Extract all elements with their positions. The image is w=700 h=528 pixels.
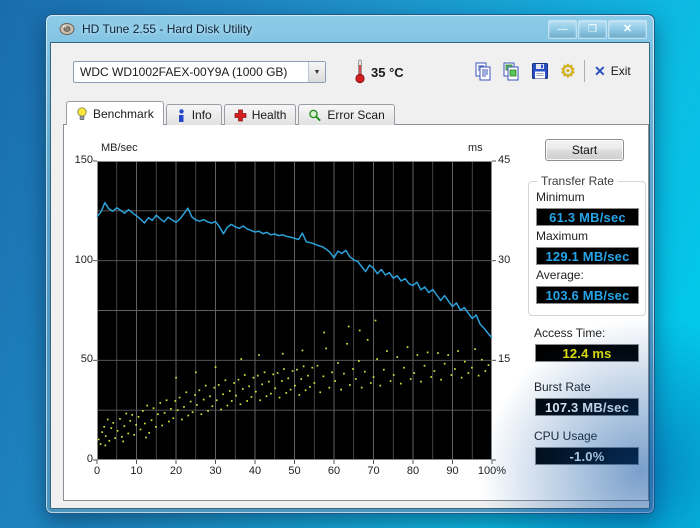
exit-button[interactable]: ✕ Exit [594,59,631,83]
y-left-tick-label: 0 [86,453,93,465]
left-axis-unit-label: MB/sec [101,142,138,154]
tab-error-scan-label: Error Scan [327,108,385,122]
x-tick-label: 60 [327,465,341,477]
x-tick-label: 90 [446,465,459,477]
x-tick-label: 50 [288,465,301,477]
exit-label: Exit [610,64,631,78]
start-button[interactable]: Start [545,139,624,161]
close-button[interactable]: ✕ [608,20,647,39]
tab-benchmark[interactable]: Benchmark [66,101,164,125]
y-right-tick-label: 45 [498,154,511,166]
x-tick-label: 0 [93,465,101,477]
gear-icon: ⚙ [559,61,577,81]
x-tick-label: 100% [477,465,507,477]
copy-text-icon [475,62,491,81]
tab-info-label: Info [191,108,212,122]
client-area: WDC WD1002FAEX-00Y9A (1000 GB) ▼ 35 °C ⚙… [50,42,650,509]
drive-select-value: WDC WD1002FAEX-00Y9A (1000 GB) [80,65,288,79]
tab-benchmark-label: Benchmark [93,106,154,121]
copy-image-button[interactable] [499,59,523,83]
access-time-value: 12.4 ms [535,344,639,362]
y-left-tick-label: 50 [80,353,93,366]
copy-image-icon [503,62,519,81]
maximum-label: Maximum [536,229,589,243]
x-tick-label: 40 [248,465,262,477]
x-tick-label: 20 [169,465,183,477]
benchmark-panel: MB/sec ms 150 100 50 0 45 30 15 0 10 20 30 40 50 60… [63,124,649,501]
app-window: HD Tune 2.55 - Hard Disk Utility — ❐ ✕ W… [45,14,655,514]
average-value: 103.6 MB/sec [536,286,639,304]
title-bar[interactable]: HD Tune 2.55 - Hard Disk Utility — ❐ ✕ [46,15,654,43]
burst-rate-value: 107.3 MB/sec [535,398,639,416]
cpu-usage-value: -1.0% [535,447,639,465]
copy-text-button[interactable] [471,59,495,83]
toolbar-separator [584,60,585,82]
y-left-tick-label: 100 [74,253,93,266]
x-tick-label: 10 [130,465,143,477]
tab-health-label: Health [251,108,287,122]
drive-select[interactable]: WDC WD1002FAEX-00Y9A (1000 GB) ▼ [73,61,326,83]
x-tick-label: 80 [406,465,420,477]
window-title: HD Tune 2.55 - Hard Disk Utility [82,22,253,36]
access-time-label: Access Time: [534,326,606,340]
chevron-down-icon[interactable]: ▼ [308,62,325,82]
tab-strip: Benchmark Info Health Error Scan [66,101,397,125]
magnifier-icon [309,109,322,121]
window-controls: — ❐ ✕ [548,19,647,39]
save-button[interactable] [528,59,552,83]
desktop-background: HD Tune 2.55 - Hard Disk Utility — ❐ ✕ W… [0,0,700,528]
y-left-tick-label: 150 [74,154,93,166]
right-axis-unit-label: ms [468,142,483,154]
bulb-icon [77,106,87,120]
minimum-label: Minimum [536,190,585,204]
x-tick-label: 70 [367,465,380,477]
minimize-button[interactable]: — [548,20,577,39]
health-cross-icon [234,109,247,121]
y-right-tick-label: 30 [498,253,511,266]
maximize-button[interactable]: ❐ [578,20,607,39]
y-right-tick-label: 15 [498,353,511,366]
exit-x-icon: ✕ [594,62,606,79]
transfer-rate-title: Transfer Rate [537,174,618,188]
cpu-usage-label: CPU Usage [534,429,598,443]
options-button[interactable]: ⚙ [556,59,580,83]
benchmark-plot-svg [93,160,496,464]
average-label: Average: [536,268,584,282]
info-icon [178,108,184,122]
x-tick-label: 30 [209,465,222,477]
thermometer-icon [355,59,365,84]
minimum-value: 61.3 MB/sec [536,208,639,226]
save-icon [532,63,548,79]
transfer-rate-groupbox: Transfer Rate Minimum 61.3 MB/sec Maximu… [528,174,646,316]
temperature-value: 35 °C [371,65,404,80]
app-icon [59,23,75,35]
tab-info[interactable]: Info [165,104,222,125]
tab-health[interactable]: Health [223,104,297,125]
burst-rate-label: Burst Rate [534,380,591,394]
maximum-value: 129.1 MB/sec [536,247,639,265]
tab-error-scan[interactable]: Error Scan [298,104,395,125]
benchmark-plot [93,160,496,464]
